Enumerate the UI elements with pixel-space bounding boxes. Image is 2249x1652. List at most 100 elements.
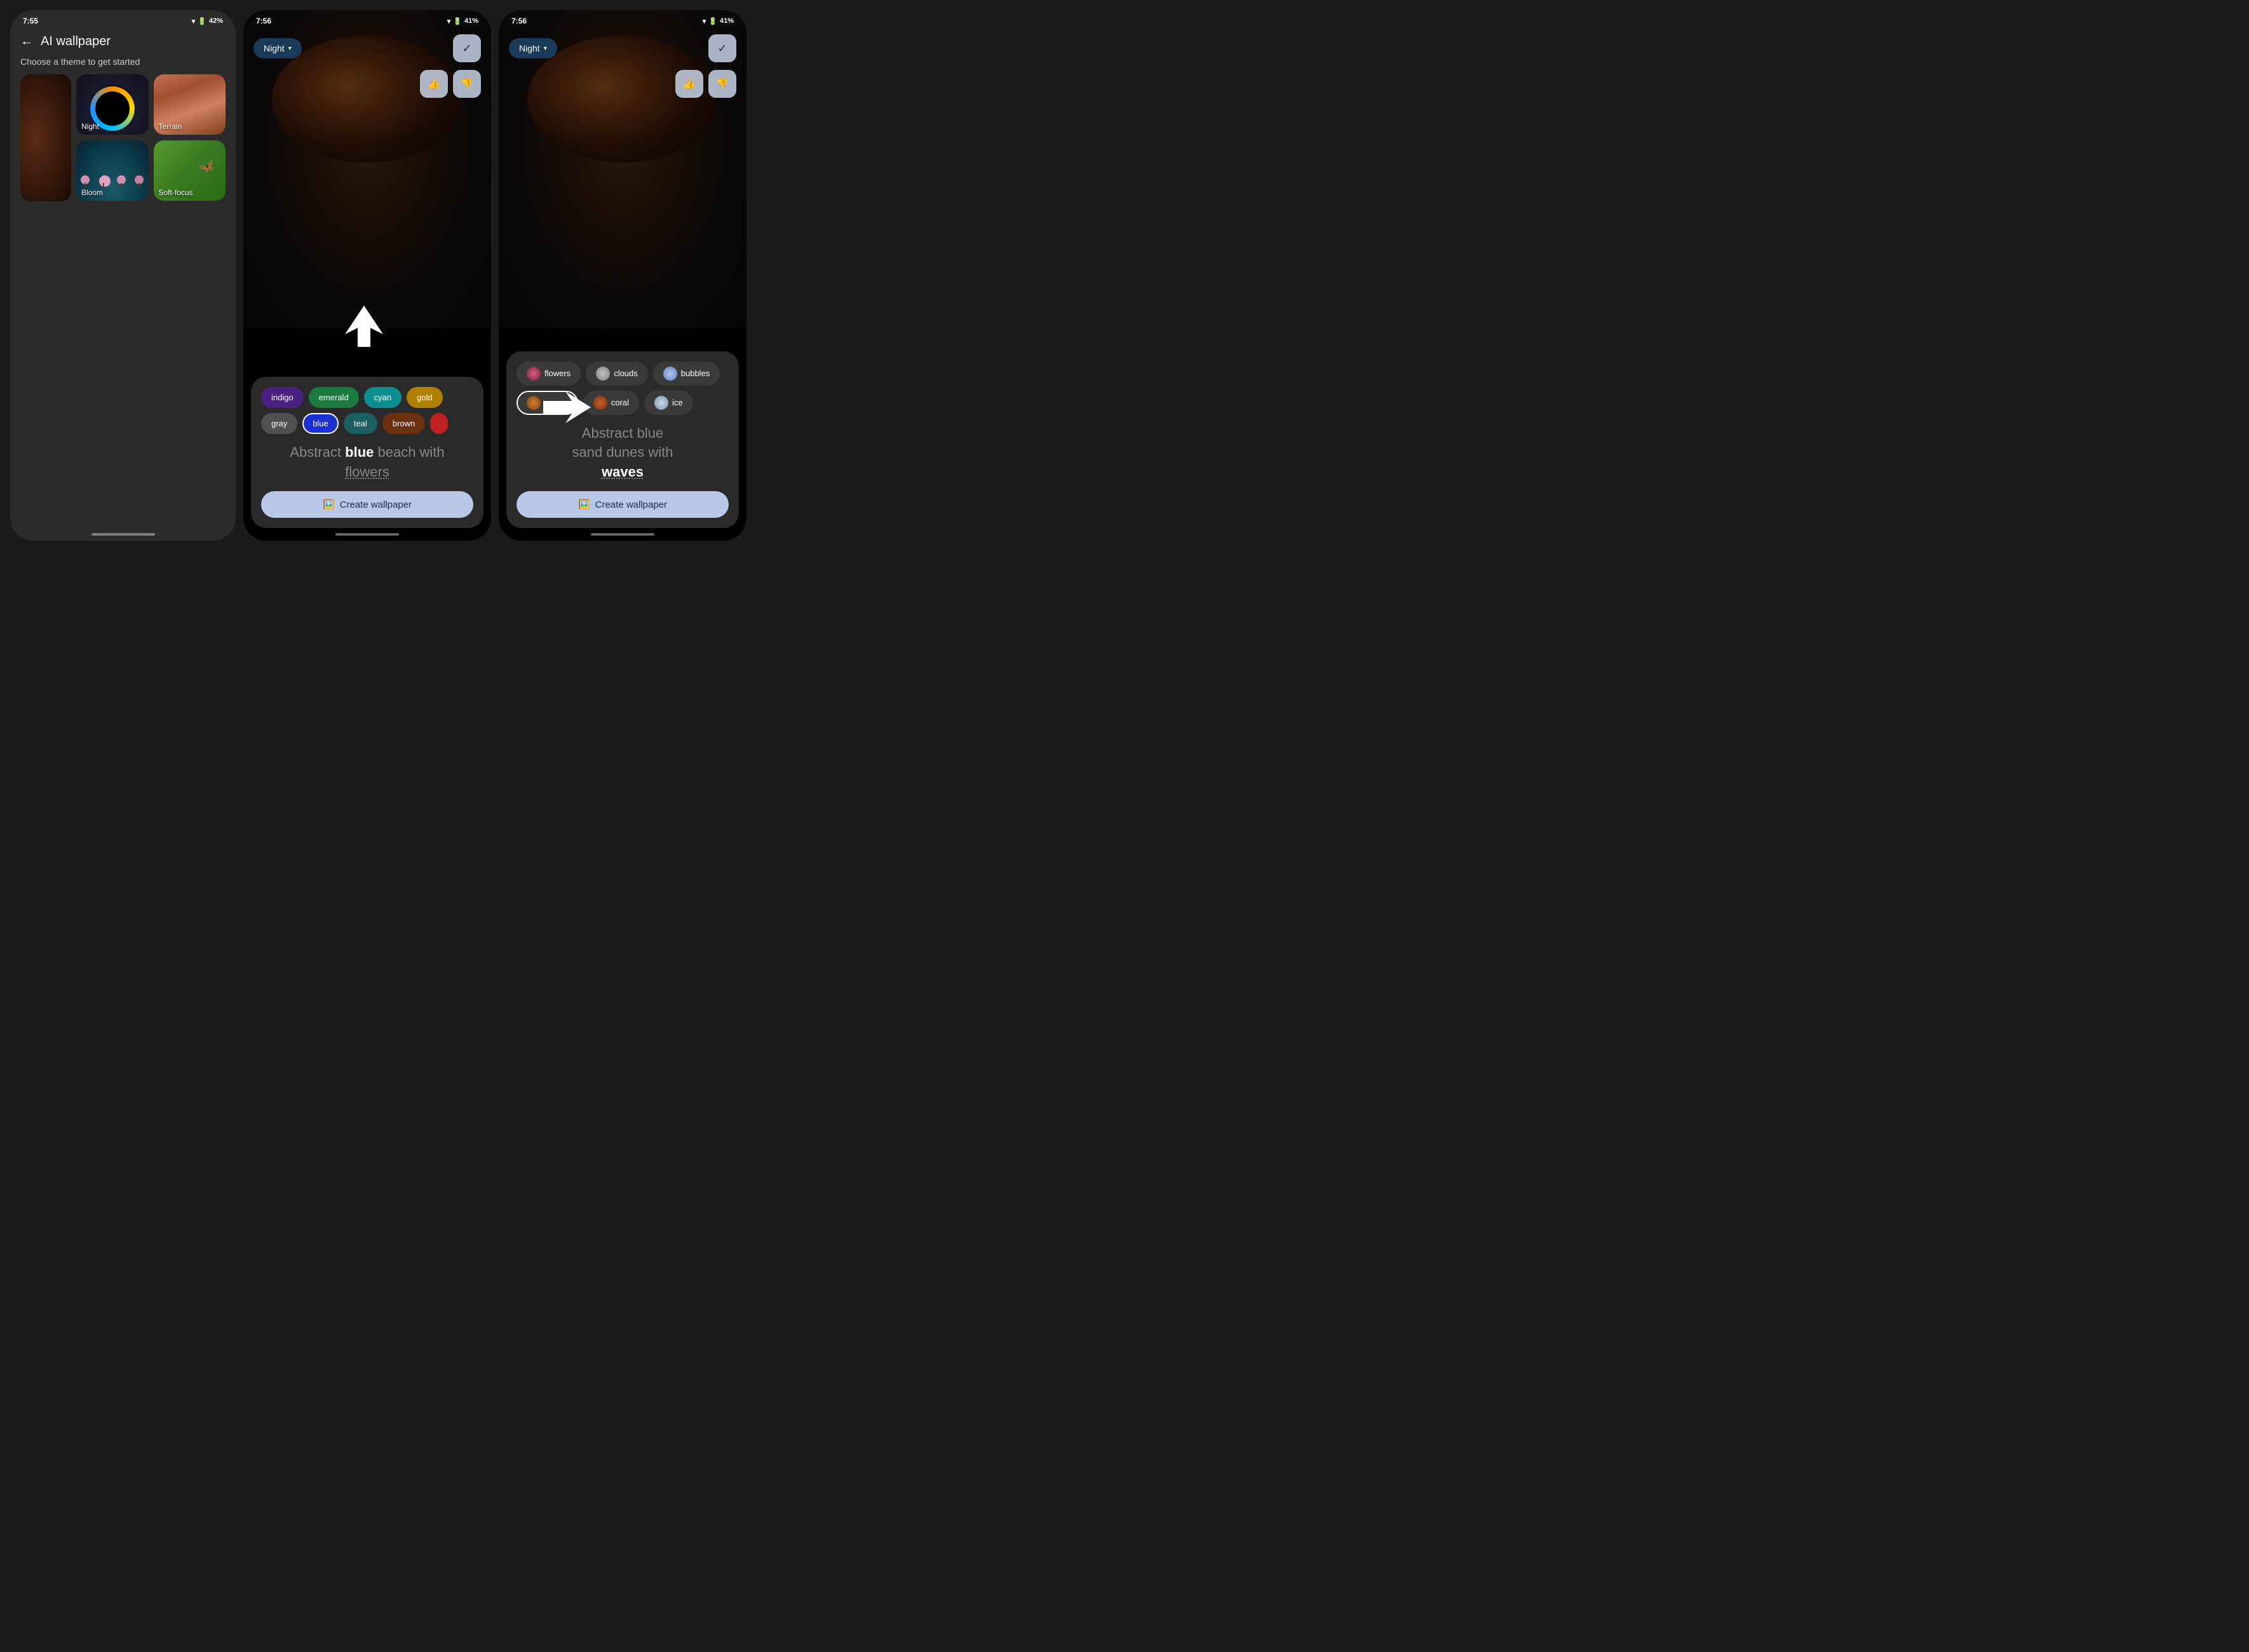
back-button[interactable]: ← [20, 34, 33, 49]
ice-label: ice [672, 398, 683, 407]
theme-label-softfocus: Soft-focus [159, 188, 193, 197]
check-button-3[interactable]: ✓ [708, 34, 736, 62]
theme-card-softfocus[interactable]: 🦋 Soft-focus [154, 140, 226, 201]
time-2: 7:56 [256, 17, 271, 25]
status-bar-3: 7:56 ▾ 🔋 41% [499, 10, 746, 29]
wifi-icon: ▾ [192, 17, 196, 25]
desc-subject-3: waves [602, 464, 644, 480]
theme-label-terrain: Terrain [159, 122, 182, 131]
theme-chips-3: flowers clouds bubbles waves coral ice [517, 362, 729, 415]
theme-card-night[interactable]: Night [76, 74, 149, 135]
thumbs-down-button-2[interactable]: 👎 [453, 70, 481, 98]
chevron-down-icon-2: ▾ [288, 45, 292, 52]
ice-thumb [654, 396, 668, 410]
night-badge-3[interactable]: Night ▾ [509, 38, 557, 58]
chip-brown[interactable]: brown [382, 413, 425, 434]
create-label-2: Create wallpaper [340, 499, 412, 510]
battery-icon-3: 🔋 [708, 17, 717, 25]
night-badge-2[interactable]: Night ▾ [253, 38, 302, 58]
chip-blue[interactable]: blue [302, 413, 339, 434]
status-bar-2: 7:56 ▾ 🔋 41% [243, 10, 491, 29]
app-title: AI wallpaper [41, 34, 111, 49]
check-button-2[interactable]: ✓ [453, 34, 481, 62]
status-bar-1: 7:55 ▾ 🔋 42% [10, 10, 236, 29]
wifi-icon-3: ▾ [703, 17, 706, 25]
desc-prefix-3: Abstract bluesand dunes with [572, 425, 673, 461]
bottom-panel-3: flowers clouds bubbles waves coral ice [506, 351, 739, 528]
create-icon-3: 🖼️ [578, 499, 590, 510]
theme-chip-ice[interactable]: ice [644, 391, 693, 415]
flowers-thumb [527, 367, 541, 381]
theme-label-night: Night [81, 122, 99, 131]
chip-teal[interactable]: teal [344, 413, 377, 434]
theme-card-terrain[interactable]: Terrain [154, 74, 226, 135]
time-1: 7:55 [23, 17, 38, 25]
bubbles-label: bubbles [681, 369, 710, 378]
desc-color-2: blue [345, 444, 374, 460]
bottom-pill-3 [591, 533, 654, 536]
chip-emerald[interactable]: emerald [309, 387, 359, 408]
coral-thumb [593, 396, 607, 410]
clouds-thumb [596, 367, 610, 381]
thumbs-up-button-3[interactable]: 👍 [675, 70, 703, 98]
desc-middle-2: beach with [374, 444, 444, 460]
coral-label: coral [611, 398, 629, 407]
battery-percent-1: 42% [209, 17, 223, 25]
theme-chip-waves[interactable]: waves [517, 391, 578, 415]
chip-indigo[interactable]: indigo [261, 387, 304, 408]
bubbles-thumb [663, 367, 677, 381]
theme-chip-coral[interactable]: coral [583, 391, 639, 415]
thumbs-down-button-3[interactable]: 👎 [708, 70, 736, 98]
butterfly-icon: 🦋 [197, 157, 217, 177]
waves-thumb [527, 396, 541, 410]
night-badge-label-2: Night [264, 43, 285, 53]
thumbs-up-button-2[interactable]: 👍 [420, 70, 448, 98]
status-icons-1: ▾ 🔋 42% [192, 17, 223, 25]
subtitle: Choose a theme to get started [10, 57, 236, 74]
status-icons-2: ▾ 🔋 41% [447, 17, 478, 25]
desc-prefix-2: Abstract [290, 444, 345, 460]
rating-buttons-2: 👍 👎 [243, 67, 491, 100]
theme-chip-bubbles[interactable]: bubbles [653, 362, 720, 386]
phone-1: 7:55 ▾ 🔋 42% ← AI wallpaper Choose a the… [10, 10, 236, 541]
battery-icon-2: 🔋 [453, 17, 462, 25]
chip-red[interactable] [430, 413, 448, 434]
phone-3: 7:56 ▾ 🔋 41% Night ▾ ✓ 👍 👎 flowers [499, 10, 746, 541]
desc-subject-2: flowers [345, 464, 389, 480]
description-text-2: Abstract blue beach with flowers [261, 443, 473, 482]
chevron-down-icon-3: ▾ [544, 45, 547, 52]
theme-chip-clouds[interactable]: clouds [586, 362, 648, 386]
top-controls-2: Night ▾ ✓ [243, 29, 491, 67]
bottom-pill-1 [91, 533, 155, 536]
theme-card-bloom[interactable]: Bloom [76, 140, 149, 201]
theme-grid: Night Terrain Bloom 🦋 Soft-focus [10, 74, 236, 201]
chip-cyan[interactable]: cyan [364, 387, 402, 408]
status-icons-3: ▾ 🔋 41% [703, 17, 734, 25]
rating-buttons-3: 👍 👎 [499, 67, 746, 100]
wifi-icon-2: ▾ [447, 17, 451, 25]
color-chips-2: indigo emerald cyan gold gray blue teal … [261, 387, 473, 434]
create-wallpaper-button-2[interactable]: 🖼️ Create wallpaper [261, 491, 473, 518]
theme-chip-flowers[interactable]: flowers [517, 362, 581, 386]
description-text-3: Abstract bluesand dunes with waves [517, 424, 729, 482]
bloom-trees [76, 175, 149, 188]
bottom-pill-2 [335, 533, 399, 536]
battery-percent-3: 41% [720, 17, 734, 25]
waves-label: waves [544, 398, 568, 407]
clouds-label: clouds [614, 369, 638, 378]
theme-card-bee[interactable] [20, 74, 71, 201]
chip-gold[interactable]: gold [407, 387, 443, 408]
chip-gray[interactable]: gray [261, 413, 297, 434]
battery-icon: 🔋 [198, 17, 206, 25]
phone-2: 7:56 ▾ 🔋 41% Night ▾ ✓ 👍 👎 indigo emeral… [243, 10, 491, 541]
theme-label-bloom: Bloom [81, 188, 103, 197]
night-badge-label-3: Night [519, 43, 540, 53]
battery-percent-2: 41% [464, 17, 478, 25]
flowers-label: flowers [544, 369, 571, 378]
top-controls-3: Night ▾ ✓ [499, 29, 746, 67]
time-3: 7:56 [511, 17, 527, 25]
create-label-3: Create wallpaper [595, 499, 667, 510]
create-icon-2: 🖼️ [323, 499, 335, 510]
bottom-panel-2: indigo emerald cyan gold gray blue teal … [251, 377, 483, 528]
create-wallpaper-button-3[interactable]: 🖼️ Create wallpaper [517, 491, 729, 518]
